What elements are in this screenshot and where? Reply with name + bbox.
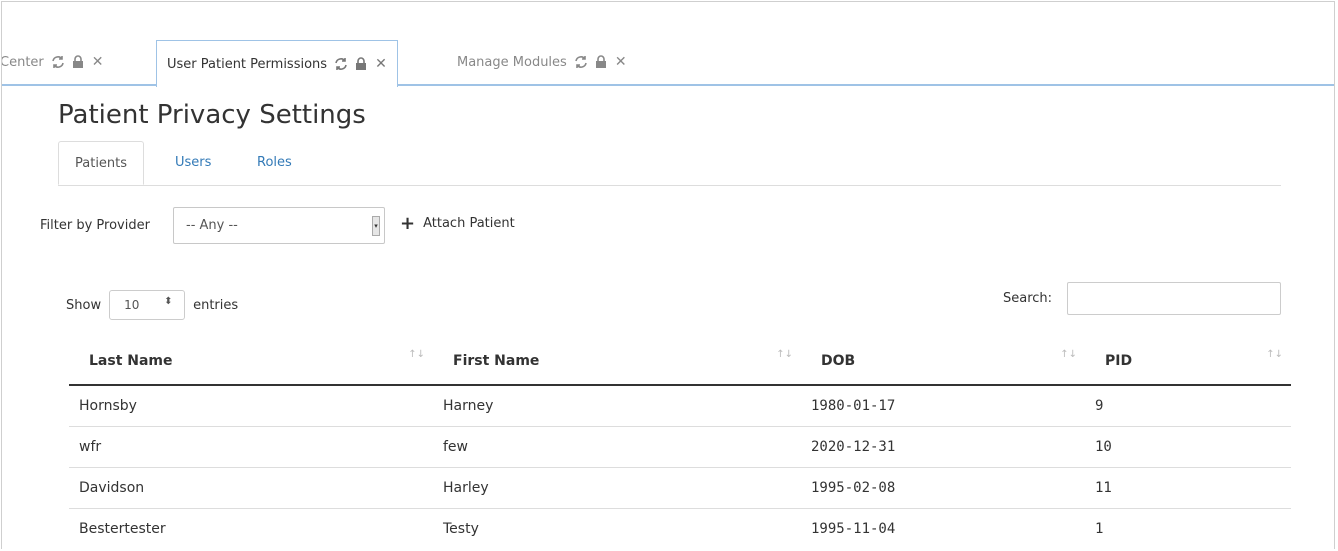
search-label: Search:: [1003, 291, 1053, 306]
cell-dob: 2020-12-31: [801, 426, 1085, 468]
show-label: Show: [66, 297, 102, 313]
cell-dob: 1980-01-17: [801, 385, 1085, 427]
cell-first-name: Testy: [433, 508, 801, 549]
tab-label: Center: [1, 54, 44, 70]
tab-label: Manage Modules: [457, 54, 567, 70]
sort-icon: ↑↓: [1060, 349, 1077, 360]
tab-roles[interactable]: Roles: [257, 141, 292, 185]
lock-icon[interactable]: [595, 55, 607, 70]
tab-patients[interactable]: Patients: [58, 141, 145, 185]
entries-length-select[interactable]: 10 ⬍: [109, 290, 186, 320]
cell-last-name: wfr: [69, 426, 433, 468]
column-header-label: PID: [1105, 353, 1133, 369]
tab-strip: Center ✕ User Patient Permissions ✕ Mana…: [1, 40, 1334, 87]
attach-patient-button[interactable]: + Attach Patient: [400, 212, 515, 234]
search-input[interactable]: [1067, 282, 1281, 315]
entries-length-value: 10: [124, 298, 140, 312]
sub-tab-bar: Patients Users Roles: [58, 141, 1281, 186]
close-icon[interactable]: ✕: [615, 54, 627, 70]
patients-table: Last Name ↑↓ First Name ↑↓ DOB ↑↓ PID ↑↓ Hor…: [69, 341, 1291, 549]
table-row[interactable]: Hornsby Harney 1980-01-17 9: [69, 385, 1291, 427]
tab-label: User Patient Permissions: [167, 56, 328, 72]
provider-select[interactable]: -- Any -- ▾: [173, 207, 385, 244]
column-header-last-name[interactable]: Last Name ↑↓: [69, 341, 433, 386]
cell-pid: 11: [1085, 467, 1291, 509]
sort-arrows-icon: ⬍: [164, 296, 173, 307]
table-row[interactable]: wfr few 2020-12-31 10: [69, 426, 1291, 468]
column-header-label: First Name: [453, 353, 540, 369]
entries-label: entries: [193, 297, 239, 313]
provider-select-value: -- Any --: [186, 218, 238, 233]
tab-users[interactable]: Users: [175, 141, 211, 185]
refresh-icon[interactable]: [573, 55, 589, 70]
cell-dob: 1995-02-08: [801, 467, 1085, 509]
lock-icon[interactable]: [355, 57, 367, 72]
refresh-icon[interactable]: [333, 57, 349, 72]
entries-length-control: Show 10 ⬍ entries: [66, 290, 238, 320]
close-icon[interactable]: ✕: [375, 56, 387, 72]
sort-icon: ↑↓: [408, 349, 425, 360]
cell-last-name: Davidson: [69, 467, 433, 509]
cell-first-name: Harney: [433, 385, 801, 427]
cell-pid: 10: [1085, 426, 1291, 468]
cell-first-name: Harley: [433, 467, 801, 509]
tab-user-patient-permissions[interactable]: User Patient Permissions ✕: [156, 40, 398, 87]
attach-patient-label: Attach Patient: [423, 216, 515, 231]
app-frame: Center ✕ User Patient Permissions ✕ Mana…: [1, 1, 1335, 549]
cell-pid: 9: [1085, 385, 1291, 427]
plus-icon: +: [400, 212, 416, 234]
column-header-label: DOB: [821, 353, 856, 369]
lock-icon[interactable]: [72, 55, 84, 70]
column-header-dob[interactable]: DOB ↑↓: [801, 341, 1085, 386]
tab-manage-modules[interactable]: Manage Modules ✕: [457, 40, 627, 84]
filter-by-provider-label: Filter by Provider: [40, 218, 150, 233]
table-row[interactable]: Bestertester Testy 1995-11-04 1: [69, 508, 1291, 549]
tab-center[interactable]: Center ✕: [1, 40, 104, 84]
refresh-icon[interactable]: [50, 55, 66, 70]
column-header-first-name[interactable]: First Name ↑↓: [433, 341, 801, 386]
sort-icon: ↑↓: [776, 349, 793, 360]
close-icon[interactable]: ✕: [92, 54, 104, 70]
table-row[interactable]: Davidson Harley 1995-02-08 11: [69, 467, 1291, 509]
cell-dob: 1995-11-04: [801, 508, 1085, 549]
sort-icon: ↑↓: [1266, 349, 1283, 360]
page-title: Patient Privacy Settings: [58, 100, 366, 130]
column-header-label: Last Name: [89, 353, 173, 369]
cell-pid: 1: [1085, 508, 1291, 549]
table-header-row: Last Name ↑↓ First Name ↑↓ DOB ↑↓ PID ↑↓: [69, 341, 1291, 386]
cell-last-name: Hornsby: [69, 385, 433, 427]
cell-last-name: Bestertester: [69, 508, 433, 549]
column-header-pid[interactable]: PID ↑↓: [1085, 341, 1291, 386]
chevron-down-icon[interactable]: ▾: [372, 216, 380, 236]
cell-first-name: few: [433, 426, 801, 468]
